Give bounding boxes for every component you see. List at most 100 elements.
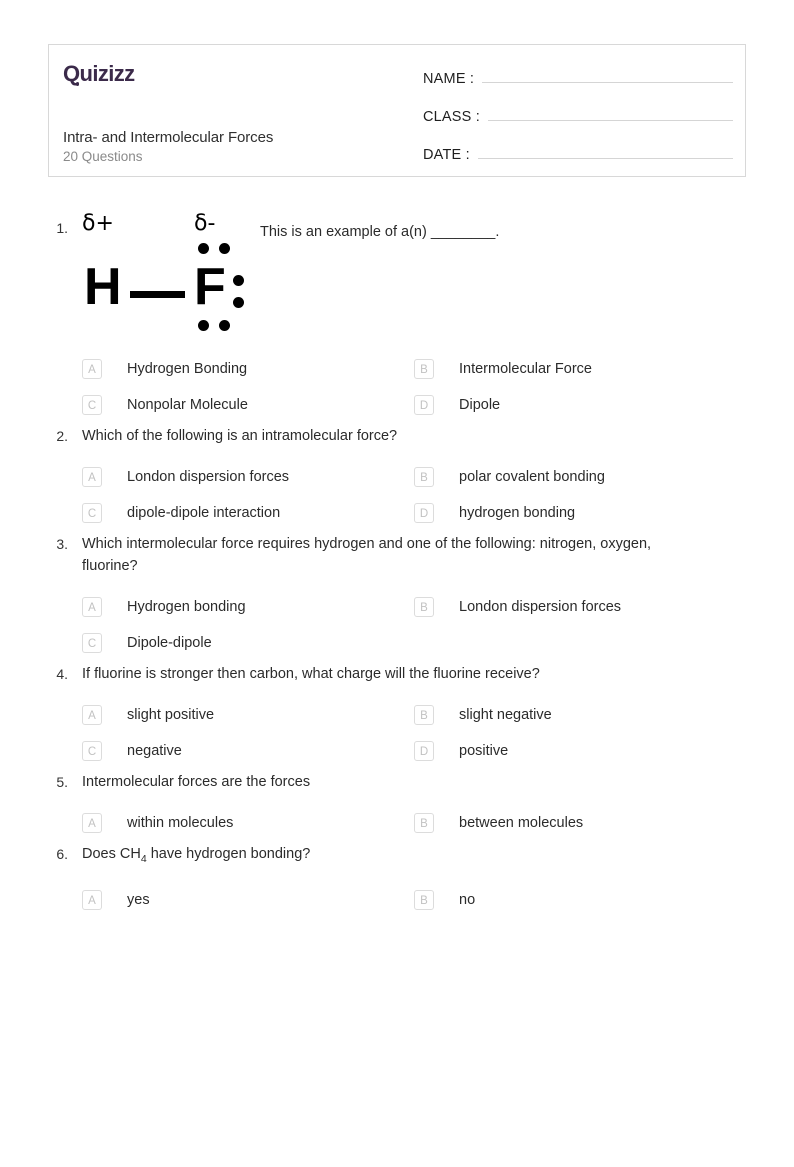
lone-pair-dot-icon (198, 243, 209, 254)
option-letter-a: A (82, 705, 102, 725)
delta-plus-label: δ+ (82, 211, 114, 236)
question-row-5: 5. Intermolecular forces are the forces … (48, 771, 746, 843)
option-1-c[interactable]: C Nonpolar Molecule (82, 389, 414, 415)
date-input[interactable] (477, 143, 733, 159)
options-list-6: A yes B no (82, 884, 746, 920)
quiz-question-count: 20 Questions (63, 148, 143, 164)
class-field-label: CLASS : (423, 109, 481, 125)
option-letter-c: C (82, 395, 102, 415)
worksheet-page: Quizizz Intra- and Intermolecular Forces… (0, 44, 794, 1167)
option-3-c[interactable]: C Dipole-dipole (82, 627, 414, 653)
option-text-a: within molecules (127, 815, 234, 831)
option-6-a[interactable]: A yes (82, 884, 414, 910)
option-text-d: hydrogen bonding (459, 505, 576, 521)
option-letter-a: A (82, 467, 102, 487)
class-input[interactable] (488, 105, 733, 121)
option-6-b[interactable]: B no (414, 884, 746, 910)
question-body-3: Which intermolecular force requires hydr… (82, 533, 746, 663)
option-3-a[interactable]: A Hydrogen bonding (82, 591, 414, 617)
question-number-2: 2. (56, 428, 68, 444)
questions-list: 1. δ+ δ- H F This is an example of a(n) … (48, 213, 746, 920)
question-block-2: 2. Which of the following is an intramol… (48, 425, 746, 533)
option-4-c[interactable]: C negative (82, 735, 414, 761)
option-4-d[interactable]: D positive (414, 735, 746, 761)
question-body-5: Intermolecular forces are the forces A w… (82, 771, 746, 843)
question-number-5: 5. (56, 774, 68, 790)
delta-minus-label: δ- (194, 211, 216, 236)
lone-pair-dot-icon (233, 275, 244, 286)
option-2-b[interactable]: B polar covalent bonding (414, 461, 746, 487)
question-row-2: 2. Which of the following is an intramol… (48, 425, 746, 533)
option-4-a[interactable]: A slight positive (82, 699, 414, 725)
option-letter-d: D (414, 395, 434, 415)
atom-hydrogen-label: H (84, 258, 122, 316)
option-letter-a: A (82, 813, 102, 833)
name-field-label: NAME : (423, 71, 475, 87)
option-text-a: London dispersion forces (127, 469, 290, 485)
option-letter-d: D (414, 741, 434, 761)
question-number-6: 6. (56, 846, 68, 862)
question-text-3: Which intermolecular force requires hydr… (82, 536, 652, 574)
lone-pair-dot-icon (219, 320, 230, 331)
option-1-d[interactable]: D Dipole (414, 389, 746, 415)
option-letter-c: C (82, 741, 102, 761)
option-letter-a: A (82, 359, 102, 379)
student-info-fields: NAME : CLASS : DATE : (411, 45, 745, 176)
option-1-a[interactable]: A Hydrogen Bonding (82, 353, 414, 379)
question-body-4: If fluorine is stronger then carbon, wha… (82, 663, 746, 771)
question-block-3: 3. Which intermolecular force requires h… (48, 533, 746, 663)
option-letter-b: B (414, 467, 434, 487)
option-letter-a: A (82, 889, 102, 910)
option-2-a[interactable]: A London dispersion forces (82, 461, 414, 487)
option-text-a: slight positive (127, 707, 215, 723)
lewis-structure-figure-hf: δ+ δ- H F (82, 213, 260, 337)
option-text-a: yes (127, 891, 150, 908)
atom-fluorine-label: F (194, 258, 226, 316)
question-row-3: 3. Which intermolecular force requires h… (48, 533, 746, 663)
question-block-1: 1. δ+ δ- H F This is an example of a(n) … (48, 213, 746, 425)
option-3-b[interactable]: B London dispersion forces (414, 591, 746, 617)
options-list-3: A Hydrogen bonding B London dispersion f… (82, 591, 746, 663)
options-list-2: A London dispersion forces B polar coval… (82, 461, 746, 533)
question-text-4: If fluorine is stronger then carbon, wha… (82, 666, 540, 682)
option-text-a: Hydrogen Bonding (127, 361, 248, 377)
header-left-panel: Quizizz Intra- and Intermolecular Forces… (49, 45, 411, 176)
question-block-6: 6. Does CH4 have hydrogen bonding? A yes… (48, 843, 746, 920)
option-text-c: negative (127, 743, 182, 759)
option-2-c[interactable]: C dipole-dipole interaction (82, 497, 414, 523)
option-text-b: Intermolecular Force (459, 361, 592, 377)
question-text-2: Which of the following is an intramolecu… (82, 428, 398, 444)
question-block-4: 4. If fluorine is stronger then carbon, … (48, 663, 746, 771)
option-text-b: no (459, 891, 476, 908)
option-2-d[interactable]: D hydrogen bonding (414, 497, 746, 523)
option-5-b[interactable]: B between molecules (414, 807, 746, 833)
question-body-2: Which of the following is an intramolecu… (82, 425, 746, 533)
option-text-d: positive (459, 743, 509, 759)
option-text-c: Dipole-dipole (127, 635, 212, 651)
name-input[interactable] (482, 67, 733, 83)
quizizz-logo-text: Quizizz (63, 61, 135, 86)
quiz-title: Intra- and Intermolecular Forces (63, 128, 274, 146)
option-text-b: between molecules (459, 815, 584, 831)
option-text-b: slight negative (459, 707, 552, 723)
date-field-label: DATE : (423, 147, 470, 163)
option-1-b[interactable]: B Intermolecular Force (414, 353, 746, 379)
option-text-d: Dipole (459, 397, 501, 413)
question-body-1: δ+ δ- H F This is an example of a(n) ___… (82, 213, 746, 425)
option-letter-b: B (414, 705, 434, 725)
quizizz-logo: Quizizz (63, 61, 411, 86)
options-list-5: A within molecules B between molecules (82, 807, 746, 843)
lone-pair-dot-icon (198, 320, 209, 331)
question-number-4: 4. (56, 666, 68, 682)
option-letter-a: A (82, 597, 102, 617)
class-field-row: CLASS : (423, 105, 733, 125)
option-4-b[interactable]: B slight negative (414, 699, 746, 725)
option-text-c: Nonpolar Molecule (127, 397, 248, 413)
question-row-1: 1. δ+ δ- H F This is an example of a(n) … (48, 213, 746, 425)
option-5-a[interactable]: A within molecules (82, 807, 414, 833)
option-letter-b: B (414, 597, 434, 617)
covalent-bond-icon (130, 291, 185, 298)
option-text-b: polar covalent bonding (459, 469, 605, 485)
question-number-1: 1. (56, 220, 68, 236)
options-list-4: A slight positive B slight negative C ne… (82, 699, 746, 771)
